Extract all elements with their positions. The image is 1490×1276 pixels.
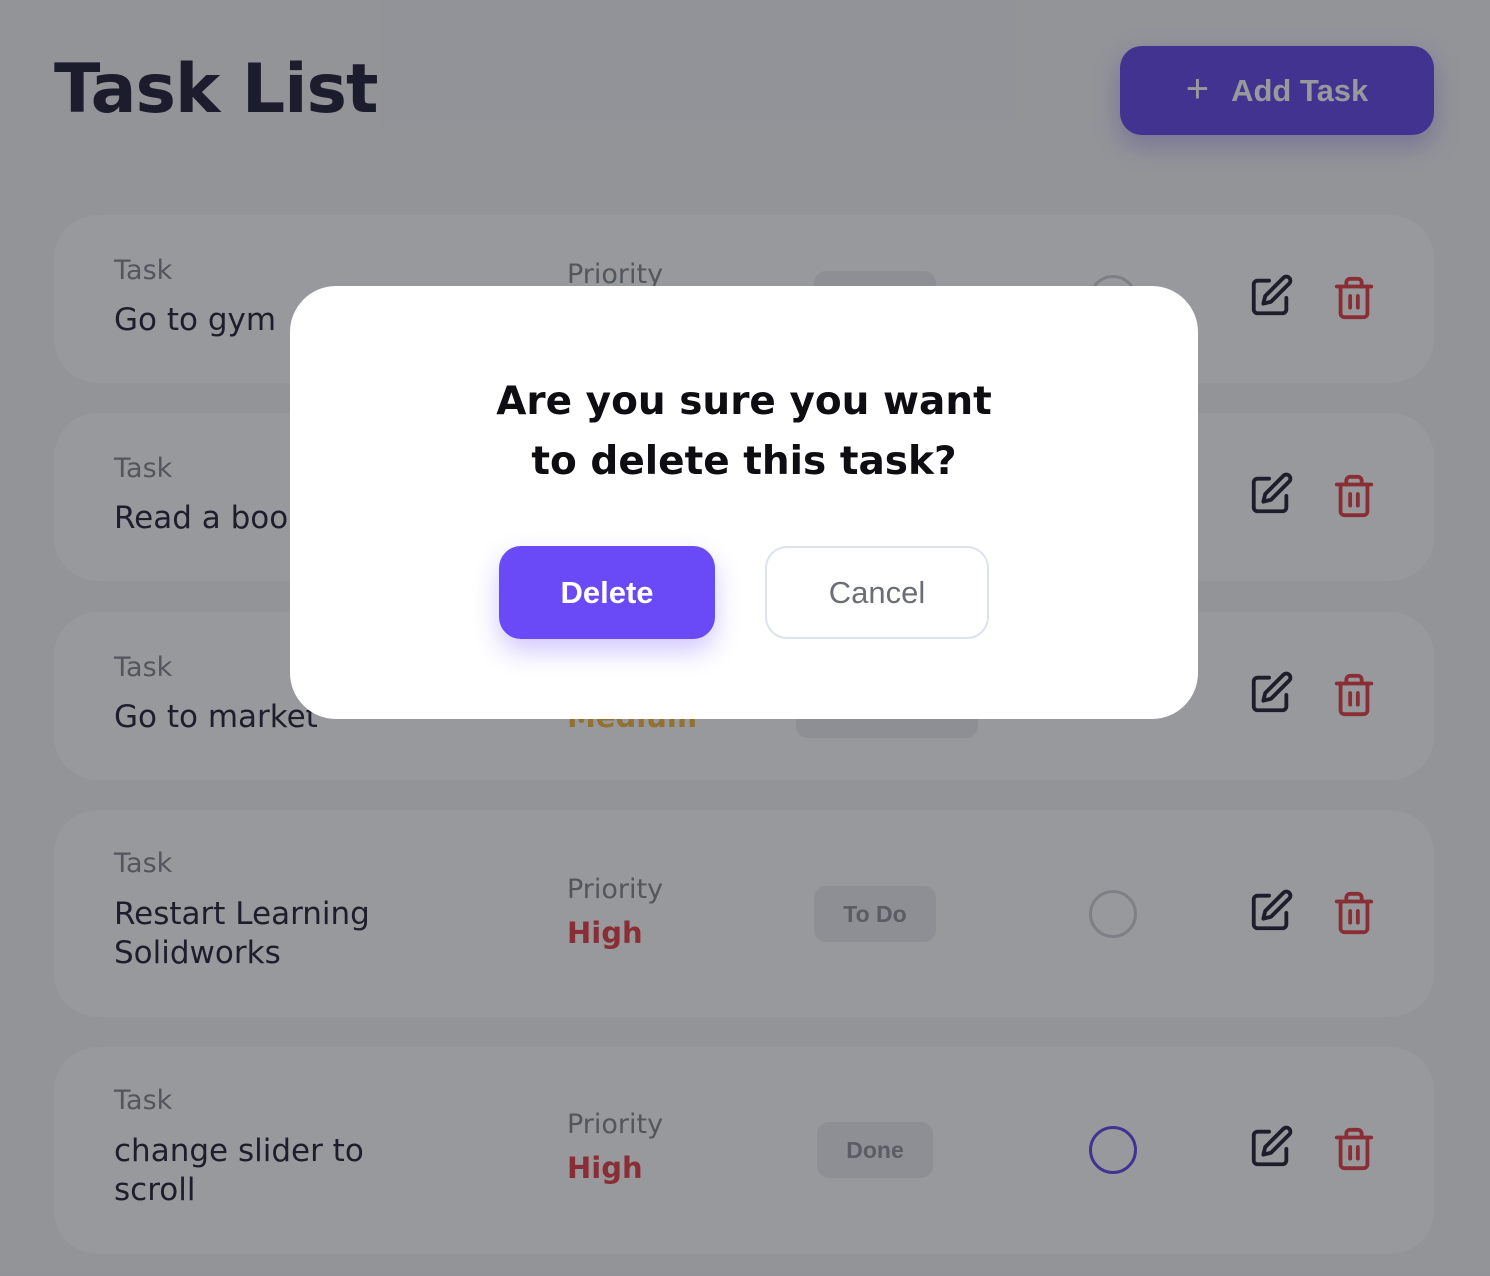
dialog-message: Are you sure you want to delete this tas… xyxy=(496,379,992,484)
delete-confirm-dialog: Are you sure you want to delete this tas… xyxy=(290,286,1198,719)
cancel-button[interactable]: Cancel xyxy=(765,546,989,639)
confirm-delete-button[interactable]: Delete xyxy=(499,546,715,639)
